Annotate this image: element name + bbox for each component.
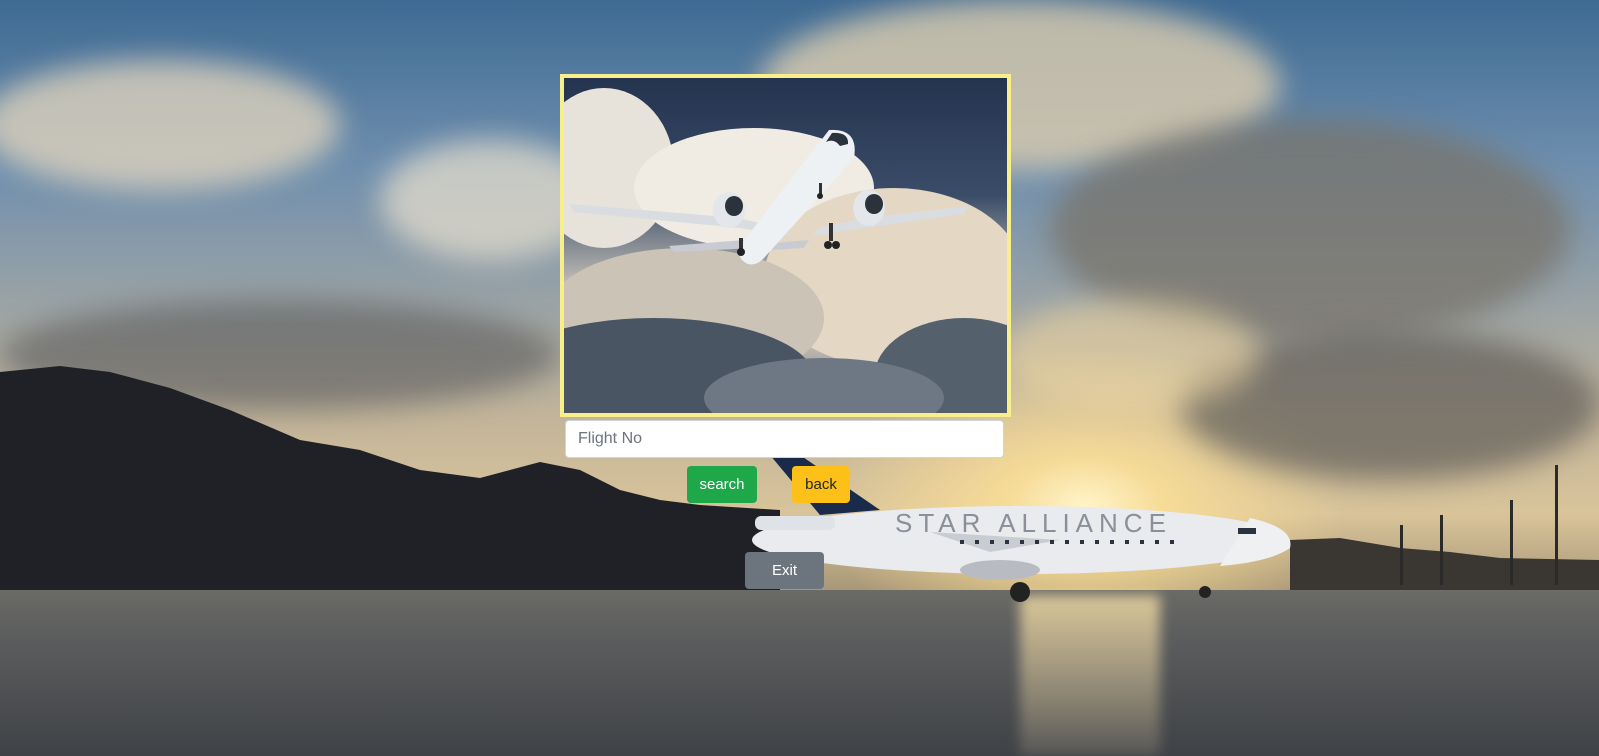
airplane-illustration bbox=[564, 88, 1007, 413]
search-button[interactable]: search bbox=[687, 466, 757, 503]
back-button[interactable]: back bbox=[792, 466, 850, 503]
plane-livery-text: STAR ALLIANCE bbox=[895, 508, 1172, 538]
airplane-photo bbox=[560, 74, 1011, 417]
exit-button[interactable]: Exit bbox=[745, 552, 824, 589]
flight-number-input[interactable] bbox=[565, 420, 1004, 458]
